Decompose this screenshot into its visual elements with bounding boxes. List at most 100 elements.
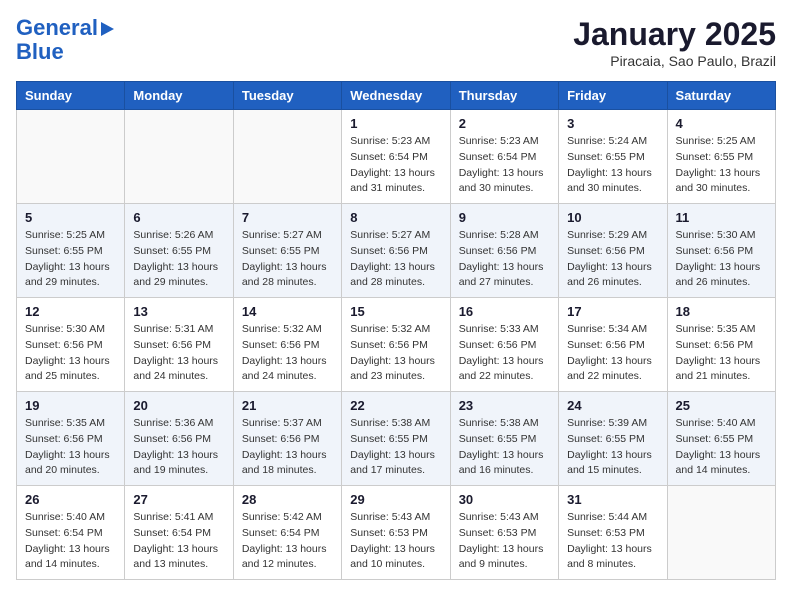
calendar-cell: 2 Sunrise: 5:23 AMSunset: 6:54 PMDaylight… [450, 110, 558, 204]
calendar-week-row: 5 Sunrise: 5:25 AMSunset: 6:55 PMDaylight… [17, 204, 776, 298]
day-number: 4 [676, 116, 767, 131]
day-info: Sunrise: 5:30 AMSunset: 6:56 PMDaylight:… [25, 322, 116, 385]
day-info: Sunrise: 5:34 AMSunset: 6:56 PMDaylight:… [567, 322, 658, 385]
calendar-cell: 21 Sunrise: 5:37 AMSunset: 6:56 PMDayligh… [233, 392, 341, 486]
month-title: January 2025 [573, 16, 776, 53]
day-number: 1 [350, 116, 441, 131]
day-number: 25 [676, 398, 767, 413]
day-info: Sunrise: 5:29 AMSunset: 6:56 PMDaylight:… [567, 228, 658, 291]
day-info: Sunrise: 5:35 AMSunset: 6:56 PMDaylight:… [676, 322, 767, 385]
day-info: Sunrise: 5:38 AMSunset: 6:55 PMDaylight:… [459, 416, 550, 479]
day-info: Sunrise: 5:25 AMSunset: 6:55 PMDaylight:… [676, 134, 767, 197]
calendar-cell: 16Sunrise: 5:33 AMSunset: 6:56 PMDayligh… [450, 298, 558, 392]
day-number: 13 [133, 304, 224, 319]
day-number: 23 [459, 398, 550, 413]
calendar-cell: 17 Sunrise: 5:34 AMSunset: 6:56 PMDayligh… [559, 298, 667, 392]
calendar-cell [667, 486, 775, 580]
page-header: General Blue January 2025 Piracaia, Sao … [16, 16, 776, 69]
calendar-cell: 30Sunrise: 5:43 AMSunset: 6:53 PMDayligh… [450, 486, 558, 580]
day-info: Sunrise: 5:24 AMSunset: 6:55 PMDaylight:… [567, 134, 658, 197]
day-info: Sunrise: 5:31 AMSunset: 6:56 PMDaylight:… [133, 322, 224, 385]
day-number: 22 [350, 398, 441, 413]
calendar-cell: 11 Sunrise: 5:30 AMSunset: 6:56 PMDayligh… [667, 204, 775, 298]
weekday-header-saturday: Saturday [667, 82, 775, 110]
weekday-header-monday: Monday [125, 82, 233, 110]
day-info: Sunrise: 5:23 AMSunset: 6:54 PMDaylight:… [350, 134, 441, 197]
day-info: Sunrise: 5:32 AMSunset: 6:56 PMDaylight:… [242, 322, 333, 385]
calendar-week-row: 12 Sunrise: 5:30 AMSunset: 6:56 PMDayligh… [17, 298, 776, 392]
title-block: January 2025 Piracaia, Sao Paulo, Brazil [573, 16, 776, 69]
day-info: Sunrise: 5:28 AMSunset: 6:56 PMDaylight:… [459, 228, 550, 291]
calendar-cell: 6Sunrise: 5:26 AMSunset: 6:55 PMDaylight… [125, 204, 233, 298]
day-number: 11 [676, 210, 767, 225]
calendar-cell: 20 Sunrise: 5:36 AMSunset: 6:56 PMDayligh… [125, 392, 233, 486]
calendar-cell [17, 110, 125, 204]
calendar-cell: 26 Sunrise: 5:40 AMSunset: 6:54 PMDayligh… [17, 486, 125, 580]
day-info: Sunrise: 5:25 AMSunset: 6:55 PMDaylight:… [25, 228, 116, 291]
day-info: Sunrise: 5:40 AMSunset: 6:54 PMDaylight:… [25, 510, 116, 573]
logo-text-general: General [16, 16, 98, 40]
day-number: 28 [242, 492, 333, 507]
calendar-week-row: 19 Sunrise: 5:35 AMSunset: 6:56 PMDayligh… [17, 392, 776, 486]
day-info: Sunrise: 5:27 AMSunset: 6:56 PMDaylight:… [350, 228, 441, 291]
day-info: Sunrise: 5:44 AMSunset: 6:53 PMDaylight:… [567, 510, 658, 573]
day-number: 12 [25, 304, 116, 319]
day-number: 26 [25, 492, 116, 507]
day-number: 21 [242, 398, 333, 413]
weekday-header-friday: Friday [559, 82, 667, 110]
calendar-cell: 29 Sunrise: 5:43 AMSunset: 6:53 PMDayligh… [342, 486, 450, 580]
calendar-cell: 28 Sunrise: 5:42 AMSunset: 6:54 PMDayligh… [233, 486, 341, 580]
day-info: Sunrise: 5:37 AMSunset: 6:56 PMDaylight:… [242, 416, 333, 479]
calendar-table: SundayMondayTuesdayWednesdayThursdayFrid… [16, 81, 776, 580]
calendar-cell: 23 Sunrise: 5:38 AMSunset: 6:55 PMDayligh… [450, 392, 558, 486]
day-info: Sunrise: 5:36 AMSunset: 6:56 PMDaylight:… [133, 416, 224, 479]
day-info: Sunrise: 5:43 AMSunset: 6:53 PMDaylight:… [350, 510, 441, 573]
weekday-header-sunday: Sunday [17, 82, 125, 110]
calendar-week-row: 26 Sunrise: 5:40 AMSunset: 6:54 PMDayligh… [17, 486, 776, 580]
day-info: Sunrise: 5:42 AMSunset: 6:54 PMDaylight:… [242, 510, 333, 573]
day-number: 27 [133, 492, 224, 507]
day-number: 6 [133, 210, 224, 225]
day-number: 29 [350, 492, 441, 507]
day-number: 30 [459, 492, 550, 507]
day-number: 24 [567, 398, 658, 413]
calendar-cell: 15 Sunrise: 5:32 AMSunset: 6:56 PMDayligh… [342, 298, 450, 392]
day-info: Sunrise: 5:30 AMSunset: 6:56 PMDaylight:… [676, 228, 767, 291]
calendar-cell: 5 Sunrise: 5:25 AMSunset: 6:55 PMDaylight… [17, 204, 125, 298]
day-number: 17 [567, 304, 658, 319]
day-number: 8 [350, 210, 441, 225]
day-number: 15 [350, 304, 441, 319]
day-info: Sunrise: 5:27 AMSunset: 6:55 PMDaylight:… [242, 228, 333, 291]
calendar-cell: 13 Sunrise: 5:31 AMSunset: 6:56 PMDayligh… [125, 298, 233, 392]
calendar-cell: 9 Sunrise: 5:28 AMSunset: 6:56 PMDaylight… [450, 204, 558, 298]
day-number: 3 [567, 116, 658, 131]
calendar-cell: 3 Sunrise: 5:24 AMSunset: 6:55 PMDaylight… [559, 110, 667, 204]
day-info: Sunrise: 5:39 AMSunset: 6:55 PMDaylight:… [567, 416, 658, 479]
calendar-cell: 8 Sunrise: 5:27 AMSunset: 6:56 PMDaylight… [342, 204, 450, 298]
day-number: 10 [567, 210, 658, 225]
logo-arrow-icon [101, 22, 114, 36]
calendar-cell: 31Sunrise: 5:44 AMSunset: 6:53 PMDayligh… [559, 486, 667, 580]
day-number: 2 [459, 116, 550, 131]
calendar-cell: 7Sunrise: 5:27 AMSunset: 6:55 PMDaylight… [233, 204, 341, 298]
day-number: 5 [25, 210, 116, 225]
calendar-cell: 1 Sunrise: 5:23 AMSunset: 6:54 PMDaylight… [342, 110, 450, 204]
day-info: Sunrise: 5:32 AMSunset: 6:56 PMDaylight:… [350, 322, 441, 385]
weekday-header-row: SundayMondayTuesdayWednesdayThursdayFrid… [17, 82, 776, 110]
calendar-cell: 19 Sunrise: 5:35 AMSunset: 6:56 PMDayligh… [17, 392, 125, 486]
calendar-cell: 24 Sunrise: 5:39 AMSunset: 6:55 PMDayligh… [559, 392, 667, 486]
weekday-header-tuesday: Tuesday [233, 82, 341, 110]
day-number: 20 [133, 398, 224, 413]
day-info: Sunrise: 5:41 AMSunset: 6:54 PMDaylight:… [133, 510, 224, 573]
calendar-cell: 18Sunrise: 5:35 AMSunset: 6:56 PMDayligh… [667, 298, 775, 392]
calendar-cell: 10 Sunrise: 5:29 AMSunset: 6:56 PMDayligh… [559, 204, 667, 298]
day-info: Sunrise: 5:35 AMSunset: 6:56 PMDaylight:… [25, 416, 116, 479]
calendar-cell: 27 Sunrise: 5:41 AMSunset: 6:54 PMDayligh… [125, 486, 233, 580]
day-number: 9 [459, 210, 550, 225]
day-info: Sunrise: 5:23 AMSunset: 6:54 PMDaylight:… [459, 134, 550, 197]
day-number: 16 [459, 304, 550, 319]
day-number: 19 [25, 398, 116, 413]
day-number: 14 [242, 304, 333, 319]
calendar-cell [125, 110, 233, 204]
calendar-cell: 22Sunrise: 5:38 AMSunset: 6:55 PMDayligh… [342, 392, 450, 486]
